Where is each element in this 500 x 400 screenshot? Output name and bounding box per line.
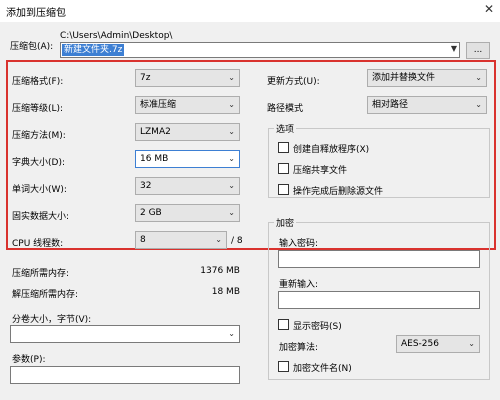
reenter-password-input[interactable] xyxy=(278,291,480,309)
method-select[interactable]: LZMA2 ⌄ xyxy=(135,123,240,141)
delete-source-checkbox[interactable] xyxy=(278,184,289,195)
update-mode-value: 添加并替换文件 xyxy=(372,73,436,83)
cpu-total: / 8 xyxy=(231,236,243,246)
cpu-label: CPU 线程数: xyxy=(12,239,64,249)
chevron-down-icon: ⌄ xyxy=(475,73,482,82)
cpu-select[interactable]: 8 ⌄ xyxy=(135,231,227,249)
delete-source-label: 操作完成后删除源文件 xyxy=(293,187,384,197)
solid-size-value: 2 GB xyxy=(140,208,162,218)
compress-memory-label: 压缩所需内存: xyxy=(12,269,70,279)
show-password-checkbox[interactable] xyxy=(278,319,289,330)
sfx-label: 创建自释放程序(X) xyxy=(293,145,370,155)
level-label: 压缩等级(L): xyxy=(12,104,64,114)
chevron-down-icon: ⌄ xyxy=(228,127,235,136)
dictionary-value: 16 MB xyxy=(140,154,169,164)
update-mode-label: 更新方式(U): xyxy=(267,77,320,87)
cpu-value: 8 xyxy=(140,235,146,245)
path-mode-select[interactable]: 相对路径 ⌄ xyxy=(367,96,487,114)
encryption-method-label: 加密算法: xyxy=(279,343,319,353)
word-size-select[interactable]: 32 ⌄ xyxy=(135,177,240,195)
chevron-down-icon: ⌄ xyxy=(228,154,235,163)
dictionary-label: 字典大小(D): xyxy=(12,158,65,168)
path-mode-value: 相对路径 xyxy=(372,100,409,110)
chevron-down-icon: ⌄ xyxy=(215,235,222,244)
method-label: 压缩方法(M): xyxy=(12,131,66,141)
encryption-method-value: AES-256 xyxy=(401,339,439,349)
archive-filename: 新建文件夹.7z xyxy=(62,44,125,56)
update-mode-select[interactable]: 添加并替换文件 ⌄ xyxy=(367,69,487,87)
path-mode-label: 路径模式 xyxy=(267,104,304,114)
close-icon[interactable]: ✕ xyxy=(484,2,494,16)
archive-label: 压缩包(A): xyxy=(10,42,54,52)
method-value: LZMA2 xyxy=(140,127,171,137)
params-input[interactable] xyxy=(10,366,240,384)
word-size-value: 32 xyxy=(140,181,152,191)
chevron-down-icon: ⌄ xyxy=(228,208,235,217)
chevron-down-icon: ⌄ xyxy=(228,329,235,338)
level-select[interactable]: 标准压缩 ⌄ xyxy=(135,96,240,114)
chevron-down-icon: ⌄ xyxy=(228,181,235,190)
sfx-checkbox[interactable] xyxy=(278,142,289,153)
solid-size-select[interactable]: 2 GB ⌄ xyxy=(135,204,240,222)
browse-button[interactable]: ... xyxy=(466,42,490,59)
options-title: 选项 xyxy=(274,122,297,135)
password-input[interactable] xyxy=(278,250,480,268)
level-value: 标准压缩 xyxy=(140,100,177,110)
split-size-select[interactable]: ⌄ xyxy=(10,325,240,343)
solid-size-label: 固实数据大小: xyxy=(12,212,70,222)
shared-files-checkbox[interactable] xyxy=(278,163,289,174)
encrypt-names-checkbox[interactable] xyxy=(278,361,289,372)
window-title: 添加到压缩包 xyxy=(6,8,66,19)
chevron-down-icon: ⌄ xyxy=(228,100,235,109)
reenter-password-label: 重新输入: xyxy=(279,280,319,290)
chevron-down-icon: ⌄ xyxy=(228,73,235,82)
params-label: 参数(P): xyxy=(12,355,46,365)
show-password-label: 显示密码(S) xyxy=(293,322,342,332)
compress-memory-value: 1376 MB xyxy=(200,266,240,276)
encrypt-names-label: 加密文件名(N) xyxy=(293,364,352,374)
word-size-label: 单词大小(W): xyxy=(12,185,67,195)
format-select[interactable]: 7z ⌄ xyxy=(135,69,240,87)
dictionary-select[interactable]: 16 MB ⌄ xyxy=(135,150,240,168)
encryption-title: 加密 xyxy=(274,216,297,229)
encryption-method-select[interactable]: AES-256 ⌄ xyxy=(396,335,480,353)
archive-name-input[interactable]: 新建文件夹.7z ▼ xyxy=(60,42,460,58)
shared-files-label: 压缩共享文件 xyxy=(293,166,348,176)
archive-path: C:\Users\Admin\Desktop\ xyxy=(60,31,173,41)
format-label: 压缩格式(F): xyxy=(12,77,64,87)
decompress-memory-value: 18 MB xyxy=(211,287,240,297)
chevron-down-icon: ⌄ xyxy=(475,100,482,109)
decompress-memory-label: 解压缩所需内存: xyxy=(12,290,79,300)
title-bar: 添加到压缩包 ✕ xyxy=(0,0,500,22)
chevron-down-icon: ⌄ xyxy=(468,339,475,348)
split-label: 分卷大小，字节(V): xyxy=(12,315,92,325)
format-value: 7z xyxy=(140,73,151,83)
chevron-down-icon[interactable]: ▼ xyxy=(451,44,457,53)
password-label: 输入密码: xyxy=(279,239,319,249)
